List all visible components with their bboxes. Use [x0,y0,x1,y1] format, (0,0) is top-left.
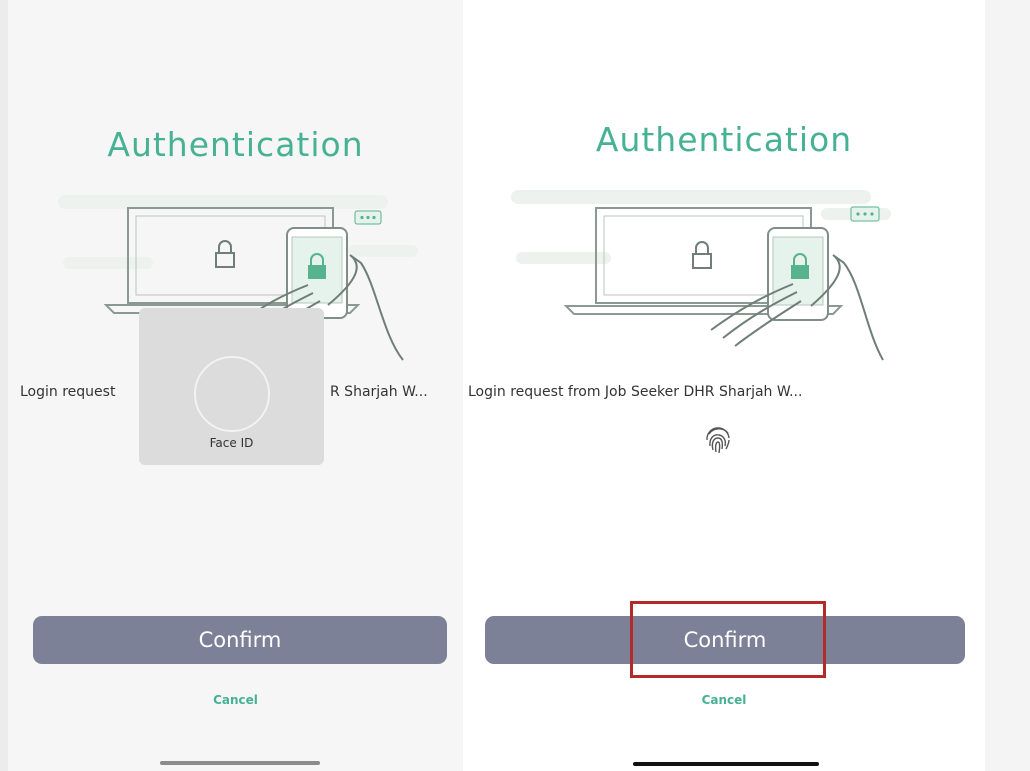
confirm-button[interactable]: Confirm [33,616,447,664]
face-id-label: Face ID [209,436,254,450]
face-id-dialog: Face ID [139,308,324,465]
right-margin [985,0,1030,771]
fingerprint-icon[interactable] [701,424,735,458]
login-request-text: Login request from Job Seeker DHR Sharja… [468,384,803,400]
face-id-icon [194,356,270,432]
home-indicator[interactable] [633,762,819,766]
home-indicator[interactable] [160,761,320,765]
page-title: Authentication [595,120,853,159]
login-request-text-end: R Sharjah W... [330,384,428,400]
cancel-button[interactable]: Cancel [8,693,463,707]
login-request-text-start: Login request [20,384,116,400]
laptop-phone-lock-illustration [511,190,891,361]
page-title: Authentication [107,125,364,164]
cancel-button[interactable]: Cancel [463,693,985,707]
highlight-box [630,601,826,678]
